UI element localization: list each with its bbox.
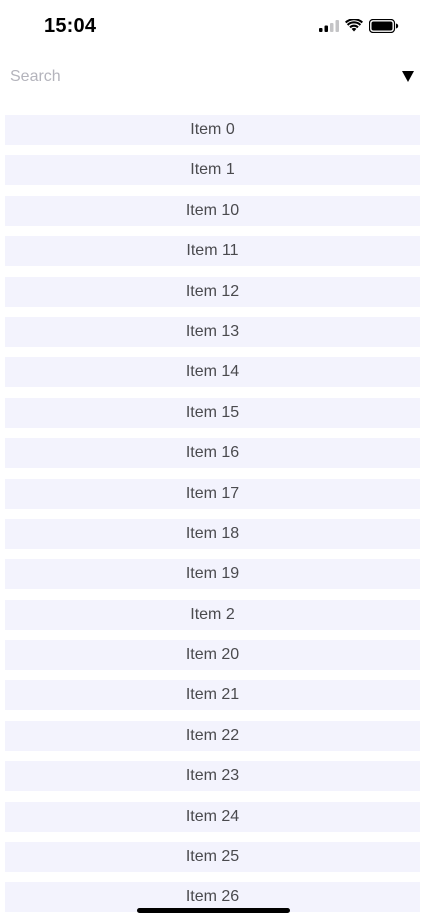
list-item[interactable]: Item 22 <box>5 720 420 751</box>
cellular-signal-icon <box>319 19 339 37</box>
battery-icon <box>368 18 399 38</box>
list-item[interactable]: Item 19 <box>5 559 420 590</box>
list-item[interactable]: Item 14 <box>5 357 420 388</box>
home-indicator[interactable] <box>137 908 290 913</box>
status-time: 15:04 <box>44 15 97 37</box>
list-item[interactable]: Item 24 <box>5 801 420 832</box>
search-bar <box>0 60 427 96</box>
list-item[interactable]: Item 10 <box>5 195 420 226</box>
status-icons <box>319 18 399 38</box>
list-item[interactable]: Item 17 <box>5 478 420 509</box>
list-item[interactable]: Item 2 <box>5 599 420 630</box>
list-item[interactable]: Item 21 <box>5 680 420 711</box>
search-input[interactable] <box>6 62 394 92</box>
list-item[interactable]: Item 16 <box>5 438 420 469</box>
list-item[interactable]: Item 20 <box>5 640 420 671</box>
list-item[interactable]: Item 25 <box>5 842 420 873</box>
list-item[interactable]: Item 1 <box>5 155 420 186</box>
list-item[interactable]: Item 18 <box>5 518 420 549</box>
list-item[interactable]: Item 23 <box>5 761 420 792</box>
status-bar: 15:04 <box>0 0 427 56</box>
list-item[interactable]: Item 15 <box>5 397 420 428</box>
wifi-icon <box>345 18 363 37</box>
caret-down-icon[interactable] <box>401 68 415 84</box>
list-item[interactable]: Item 13 <box>5 316 420 347</box>
list-item[interactable]: Item 0 <box>5 115 420 145</box>
list-item[interactable]: Item 11 <box>5 236 420 267</box>
list-item[interactable]: Item 12 <box>5 276 420 307</box>
item-list: Item 0 Item 1 Item 10 Item 11 Item 12 It… <box>5 115 420 923</box>
